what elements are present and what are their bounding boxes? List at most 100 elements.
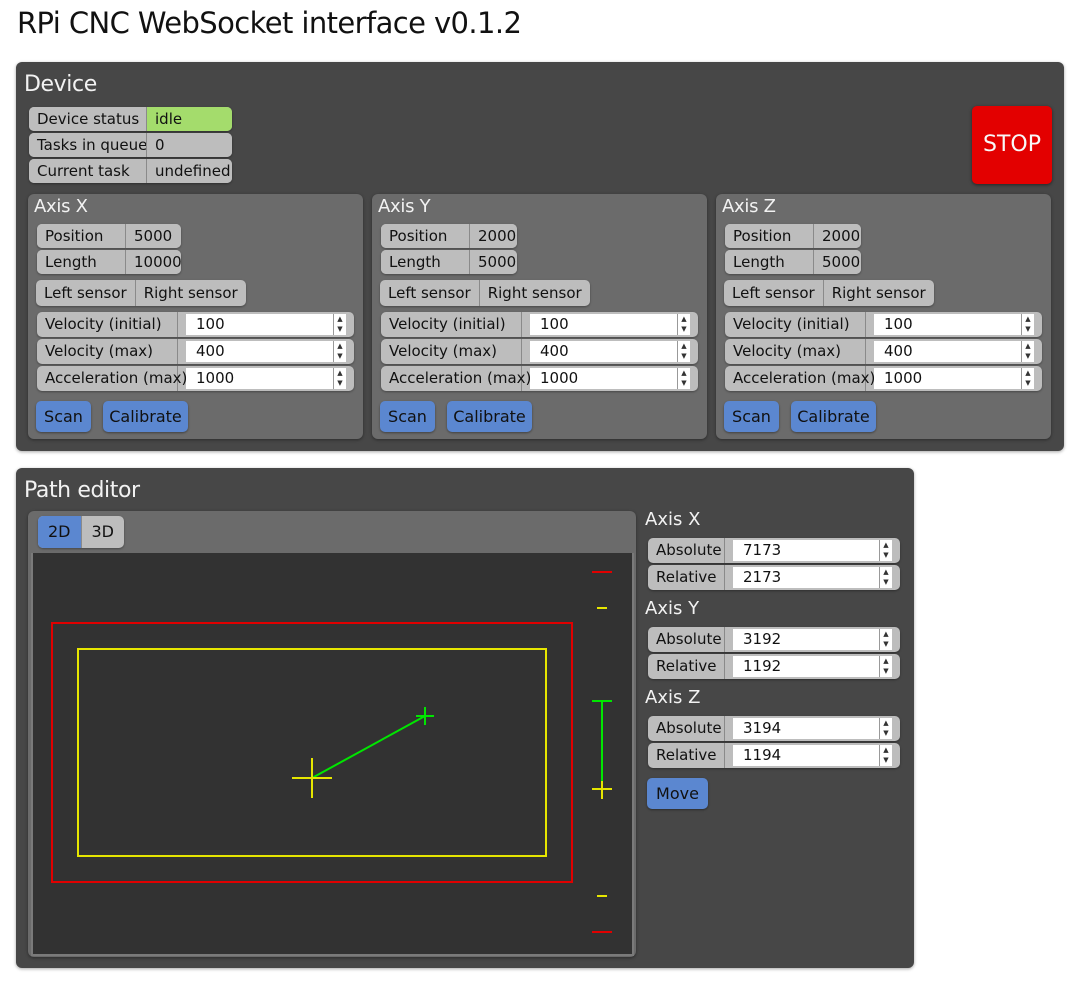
- axis-x-scan-button[interactable]: Scan: [36, 401, 91, 432]
- target-x-relative: Relative 2173 ▲ ▼: [648, 565, 900, 590]
- position-label: Position: [725, 224, 813, 248]
- target-y-relative: Relative 1192 ▲ ▼: [648, 654, 900, 679]
- velocity-initial-label: Velocity (initial): [37, 312, 178, 337]
- velocity-max-value: 400: [884, 342, 913, 360]
- device-title: Device: [24, 72, 97, 97]
- position-value: 2000: [813, 224, 861, 248]
- length-value: 5000: [469, 250, 517, 274]
- spinner-icon[interactable]: ▲ ▼: [1021, 341, 1034, 362]
- left-sensor: Left sensor: [388, 284, 471, 302]
- absolute-input[interactable]: 3194 ▲ ▼: [733, 718, 892, 739]
- axis-y-panel: Axis Y Position 2000 Length 5000 Left se…: [372, 194, 707, 439]
- velocity-initial-value: 100: [540, 315, 569, 333]
- position-label: Position: [37, 224, 125, 248]
- velocity-max-input[interactable]: 400 ▲ ▼: [874, 341, 1034, 362]
- spinner-icon[interactable]: ▲ ▼: [879, 718, 892, 739]
- stop-button[interactable]: STOP: [972, 106, 1052, 184]
- spinner-icon[interactable]: ▲ ▼: [879, 745, 892, 766]
- length-label: Length: [381, 250, 469, 274]
- axis-x-length: Length 10000: [37, 250, 181, 274]
- acceleration-max-value: 1000: [196, 369, 235, 387]
- acceleration-max-input[interactable]: 1000 ▲ ▼: [186, 368, 346, 389]
- axis-y-scan-button[interactable]: Scan: [380, 401, 435, 432]
- axis-y-title: Axis Y: [378, 196, 431, 217]
- length-label: Length: [37, 250, 125, 274]
- move-button[interactable]: Move: [647, 778, 708, 809]
- length-value: 5000: [813, 250, 861, 274]
- axis-z-velocity-initial: Velocity (initial) 100 ▲ ▼: [725, 312, 1042, 337]
- velocity-initial-label: Velocity (initial): [725, 312, 866, 337]
- device-status: Device status idle: [29, 107, 232, 131]
- axis-y-calibrate-button[interactable]: Calibrate: [447, 401, 532, 432]
- path-segment: [311, 715, 426, 779]
- spinner-icon[interactable]: ▲ ▼: [677, 368, 690, 389]
- current-position-marker: [292, 758, 332, 798]
- axis-x-position: Position 5000: [37, 224, 181, 248]
- absolute-input[interactable]: 7173 ▲ ▼: [733, 540, 892, 561]
- tasks-in-queue-value: 0: [146, 133, 232, 157]
- xy-range-rect: [77, 648, 547, 857]
- tasks-in-queue-label: Tasks in queue: [29, 133, 147, 157]
- axis-z-sensors: Left sensor Right sensor: [724, 280, 934, 306]
- left-sensor: Left sensor: [44, 284, 127, 302]
- absolute-value: 7173: [743, 541, 782, 559]
- right-sensor: Right sensor: [134, 280, 246, 306]
- axis-z-velocity-max: Velocity (max) 400 ▲ ▼: [725, 339, 1042, 364]
- absolute-label: Absolute: [648, 627, 725, 652]
- spinner-icon[interactable]: ▲ ▼: [333, 314, 346, 335]
- spinner-icon[interactable]: ▲ ▼: [1021, 314, 1034, 335]
- spinner-icon[interactable]: ▲ ▼: [333, 368, 346, 389]
- axis-z-length: Length 5000: [725, 250, 861, 274]
- acceleration-max-value: 1000: [540, 369, 579, 387]
- acceleration-max-label: Acceleration (max): [37, 366, 187, 391]
- axis-z-calibrate-button[interactable]: Calibrate: [791, 401, 876, 432]
- spinner-icon[interactable]: ▲ ▼: [879, 540, 892, 561]
- path-canvas[interactable]: [31, 553, 634, 956]
- current-task-value: undefined: [146, 159, 232, 183]
- velocity-initial-input[interactable]: 100 ▲ ▼: [530, 314, 690, 335]
- position-value: 2000: [469, 224, 517, 248]
- spinner-icon[interactable]: ▲ ▼: [1021, 368, 1034, 389]
- spinner-icon[interactable]: ▲ ▼: [677, 314, 690, 335]
- acceleration-max-value: 1000: [884, 369, 923, 387]
- length-value: 10000: [125, 250, 181, 274]
- relative-value: 1192: [743, 657, 782, 675]
- target-axis-z-title: Axis Z: [645, 687, 701, 708]
- tab-3d[interactable]: 3D: [80, 516, 125, 548]
- velocity-max-value: 400: [196, 342, 225, 360]
- axis-z-panel: Axis Z Position 2000 Length 5000 Left se…: [716, 194, 1051, 439]
- absolute-input[interactable]: 3192 ▲ ▼: [733, 629, 892, 650]
- axis-x-title: Axis X: [34, 196, 88, 217]
- velocity-max-input[interactable]: 400 ▲ ▼: [186, 341, 346, 362]
- axis-y-sensors: Left sensor Right sensor: [380, 280, 590, 306]
- acceleration-max-input[interactable]: 1000 ▲ ▼: [530, 368, 690, 389]
- absolute-value: 3192: [743, 630, 782, 648]
- velocity-max-label: Velocity (max): [725, 339, 866, 364]
- relative-input[interactable]: 1192 ▲ ▼: [733, 656, 892, 677]
- spinner-icon[interactable]: ▲ ▼: [879, 629, 892, 650]
- spinner-icon[interactable]: ▲ ▼: [879, 656, 892, 677]
- velocity-max-input[interactable]: 400 ▲ ▼: [530, 341, 690, 362]
- relative-input[interactable]: 1194 ▲ ▼: [733, 745, 892, 766]
- axis-z-scan-button[interactable]: Scan: [724, 401, 779, 432]
- absolute-label: Absolute: [648, 716, 725, 741]
- spinner-icon[interactable]: ▲ ▼: [677, 341, 690, 362]
- target-axis-x-title: Axis X: [645, 509, 701, 530]
- velocity-max-value: 400: [540, 342, 569, 360]
- length-label: Length: [725, 250, 813, 274]
- spinner-icon[interactable]: ▲ ▼: [879, 567, 892, 588]
- velocity-initial-value: 100: [196, 315, 225, 333]
- z-current-marker: [592, 781, 612, 799]
- spinner-icon[interactable]: ▲ ▼: [333, 341, 346, 362]
- tab-2d[interactable]: 2D: [38, 516, 81, 548]
- target-z-absolute: Absolute 3194 ▲ ▼: [648, 716, 900, 741]
- axis-x-panel: Axis X Position 5000 Length 10000 Left s…: [28, 194, 363, 439]
- velocity-initial-input[interactable]: 100 ▲ ▼: [874, 314, 1034, 335]
- relative-input[interactable]: 2173 ▲ ▼: [733, 567, 892, 588]
- axis-x-calibrate-button[interactable]: Calibrate: [103, 401, 188, 432]
- axis-x-velocity-max: Velocity (max) 400 ▲ ▼: [37, 339, 354, 364]
- tasks-in-queue: Tasks in queue 0: [29, 133, 232, 157]
- xy-limit-rect: [51, 622, 573, 883]
- acceleration-max-input[interactable]: 1000 ▲ ▼: [874, 368, 1034, 389]
- velocity-initial-input[interactable]: 100 ▲ ▼: [186, 314, 346, 335]
